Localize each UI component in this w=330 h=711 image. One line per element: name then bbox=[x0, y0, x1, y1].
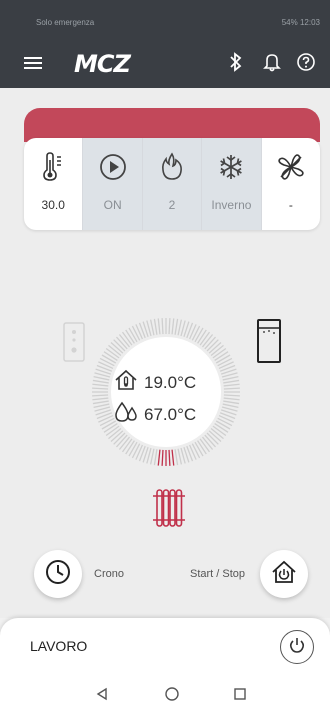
room-temp-value: 19.0°C bbox=[144, 372, 197, 392]
tile-temperature[interactable]: 30.0 bbox=[24, 138, 84, 230]
panel-title: LAVORO bbox=[30, 638, 88, 654]
status-left-text: Solo emergenza bbox=[36, 18, 95, 27]
crono-button[interactable] bbox=[34, 550, 82, 598]
recents-nav-icon[interactable] bbox=[230, 684, 250, 704]
clock-icon bbox=[44, 558, 72, 591]
start-stop-button[interactable] bbox=[260, 550, 308, 598]
crono-label: Crono bbox=[94, 568, 124, 580]
app-logo: MCZ bbox=[74, 50, 131, 78]
status-right-text: 54% 12:03 bbox=[281, 18, 320, 27]
back-nav-icon[interactable] bbox=[92, 684, 112, 704]
dial-readout: 19.0°C 67.0°C bbox=[90, 316, 242, 468]
actions-row: Crono Start / Stop bbox=[0, 548, 330, 608]
home-nav-icon[interactable] bbox=[162, 684, 182, 704]
house-thermometer-icon bbox=[114, 368, 140, 397]
snowflake-icon bbox=[202, 152, 260, 182]
tile-state[interactable]: ON bbox=[83, 138, 143, 230]
thermometer-icon bbox=[24, 152, 82, 182]
water-temp-value: 67.0°C bbox=[144, 404, 197, 424]
status-bar: Solo emergenza 54% 12:03 bbox=[0, 0, 330, 40]
bell-icon[interactable] bbox=[260, 52, 284, 76]
menu-icon[interactable] bbox=[24, 54, 42, 72]
power-icon bbox=[288, 636, 306, 659]
radiator-icon[interactable] bbox=[153, 486, 185, 535]
fan-icon bbox=[262, 152, 320, 182]
tile-fan-value: - bbox=[288, 198, 293, 212]
thermostat-device-icon[interactable] bbox=[63, 322, 85, 367]
help-icon[interactable] bbox=[294, 52, 318, 76]
house-power-icon bbox=[270, 558, 298, 591]
play-icon bbox=[83, 152, 141, 182]
status-panel: LAVORO bbox=[0, 618, 330, 676]
alarm-banner bbox=[24, 108, 320, 142]
tile-state-value: ON bbox=[103, 198, 122, 212]
status-tiles: 30.0 ON 2 Inverno - bbox=[24, 138, 320, 230]
bluetooth-icon[interactable] bbox=[224, 52, 248, 76]
tile-fan[interactable]: - bbox=[262, 138, 320, 230]
tile-season[interactable]: Inverno bbox=[202, 138, 262, 230]
water-drops-icon bbox=[114, 400, 140, 429]
tile-season-value: Inverno bbox=[211, 198, 252, 212]
tile-temperature-value: 30.0 bbox=[41, 198, 65, 212]
status-card: 30.0 ON 2 Inverno - bbox=[24, 108, 320, 230]
water-temp-row: 67.0°C bbox=[114, 400, 224, 429]
start-stop-label: Start / Stop bbox=[190, 568, 246, 580]
flame-icon bbox=[143, 152, 201, 182]
tile-power-value: 2 bbox=[168, 198, 176, 212]
power-button[interactable] bbox=[280, 630, 314, 664]
room-temp-row: 19.0°C bbox=[114, 368, 224, 397]
temperature-dial[interactable]: 19.0°C 67.0°C bbox=[90, 316, 242, 468]
tile-power[interactable]: 2 bbox=[142, 138, 203, 230]
app-bar: MCZ bbox=[0, 40, 330, 88]
water-tank-icon[interactable] bbox=[256, 318, 282, 369]
system-nav-bar bbox=[0, 676, 330, 711]
